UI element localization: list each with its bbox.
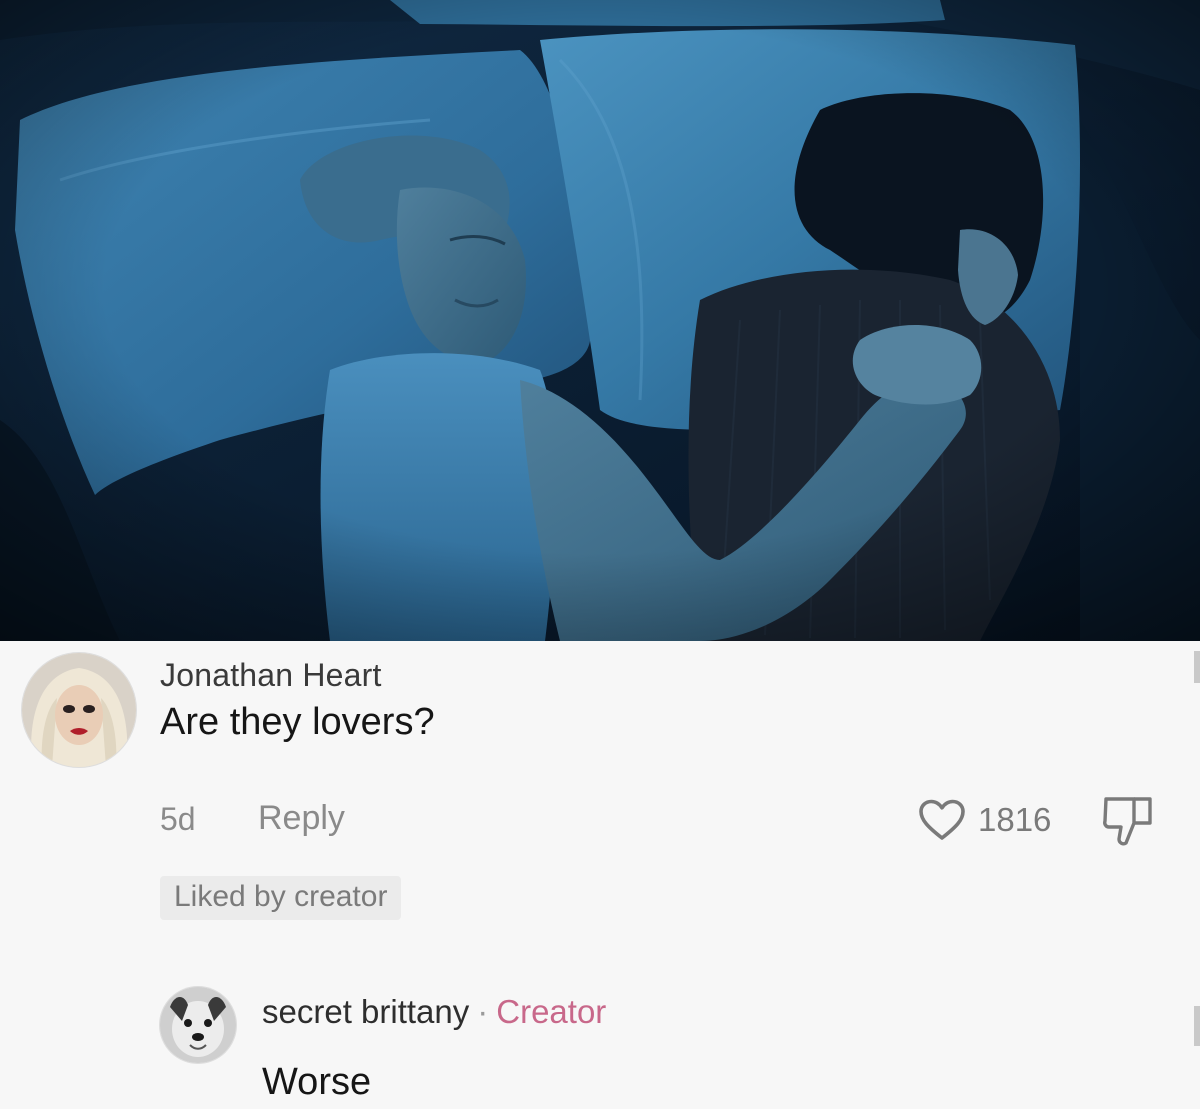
reply-username[interactable]: secret brittany [262, 993, 469, 1030]
separator-dot: · [477, 993, 489, 1030]
avatar[interactable] [22, 653, 136, 767]
bedroom-photo [0, 0, 1200, 641]
comment-section: Jonathan Heart Are they lovers? 5d Reply… [0, 641, 1200, 1109]
heart-outline-icon[interactable] [918, 799, 966, 841]
thumbs-down-icon[interactable] [1100, 793, 1158, 849]
comment-username[interactable]: Jonathan Heart [160, 657, 382, 694]
avatar-image [160, 987, 236, 1063]
reply-text: Worse [262, 1061, 372, 1103]
comment-timestamp: 5d [160, 801, 196, 837]
creator-tag: Creator [496, 993, 607, 1030]
like-count: 1816 [978, 801, 1052, 838]
post-photo [0, 0, 1200, 641]
scroll-edge-mark [1194, 1006, 1200, 1046]
reply-avatar[interactable] [160, 987, 236, 1063]
reply-button[interactable]: Reply [258, 799, 345, 838]
scroll-edge-mark [1194, 651, 1200, 683]
reply-username-line: secret brittany · Creator [262, 993, 606, 1031]
liked-by-creator-badge: Liked by creator [160, 876, 402, 920]
avatar-image [22, 653, 136, 767]
comment-text: Are they lovers? [160, 701, 435, 743]
